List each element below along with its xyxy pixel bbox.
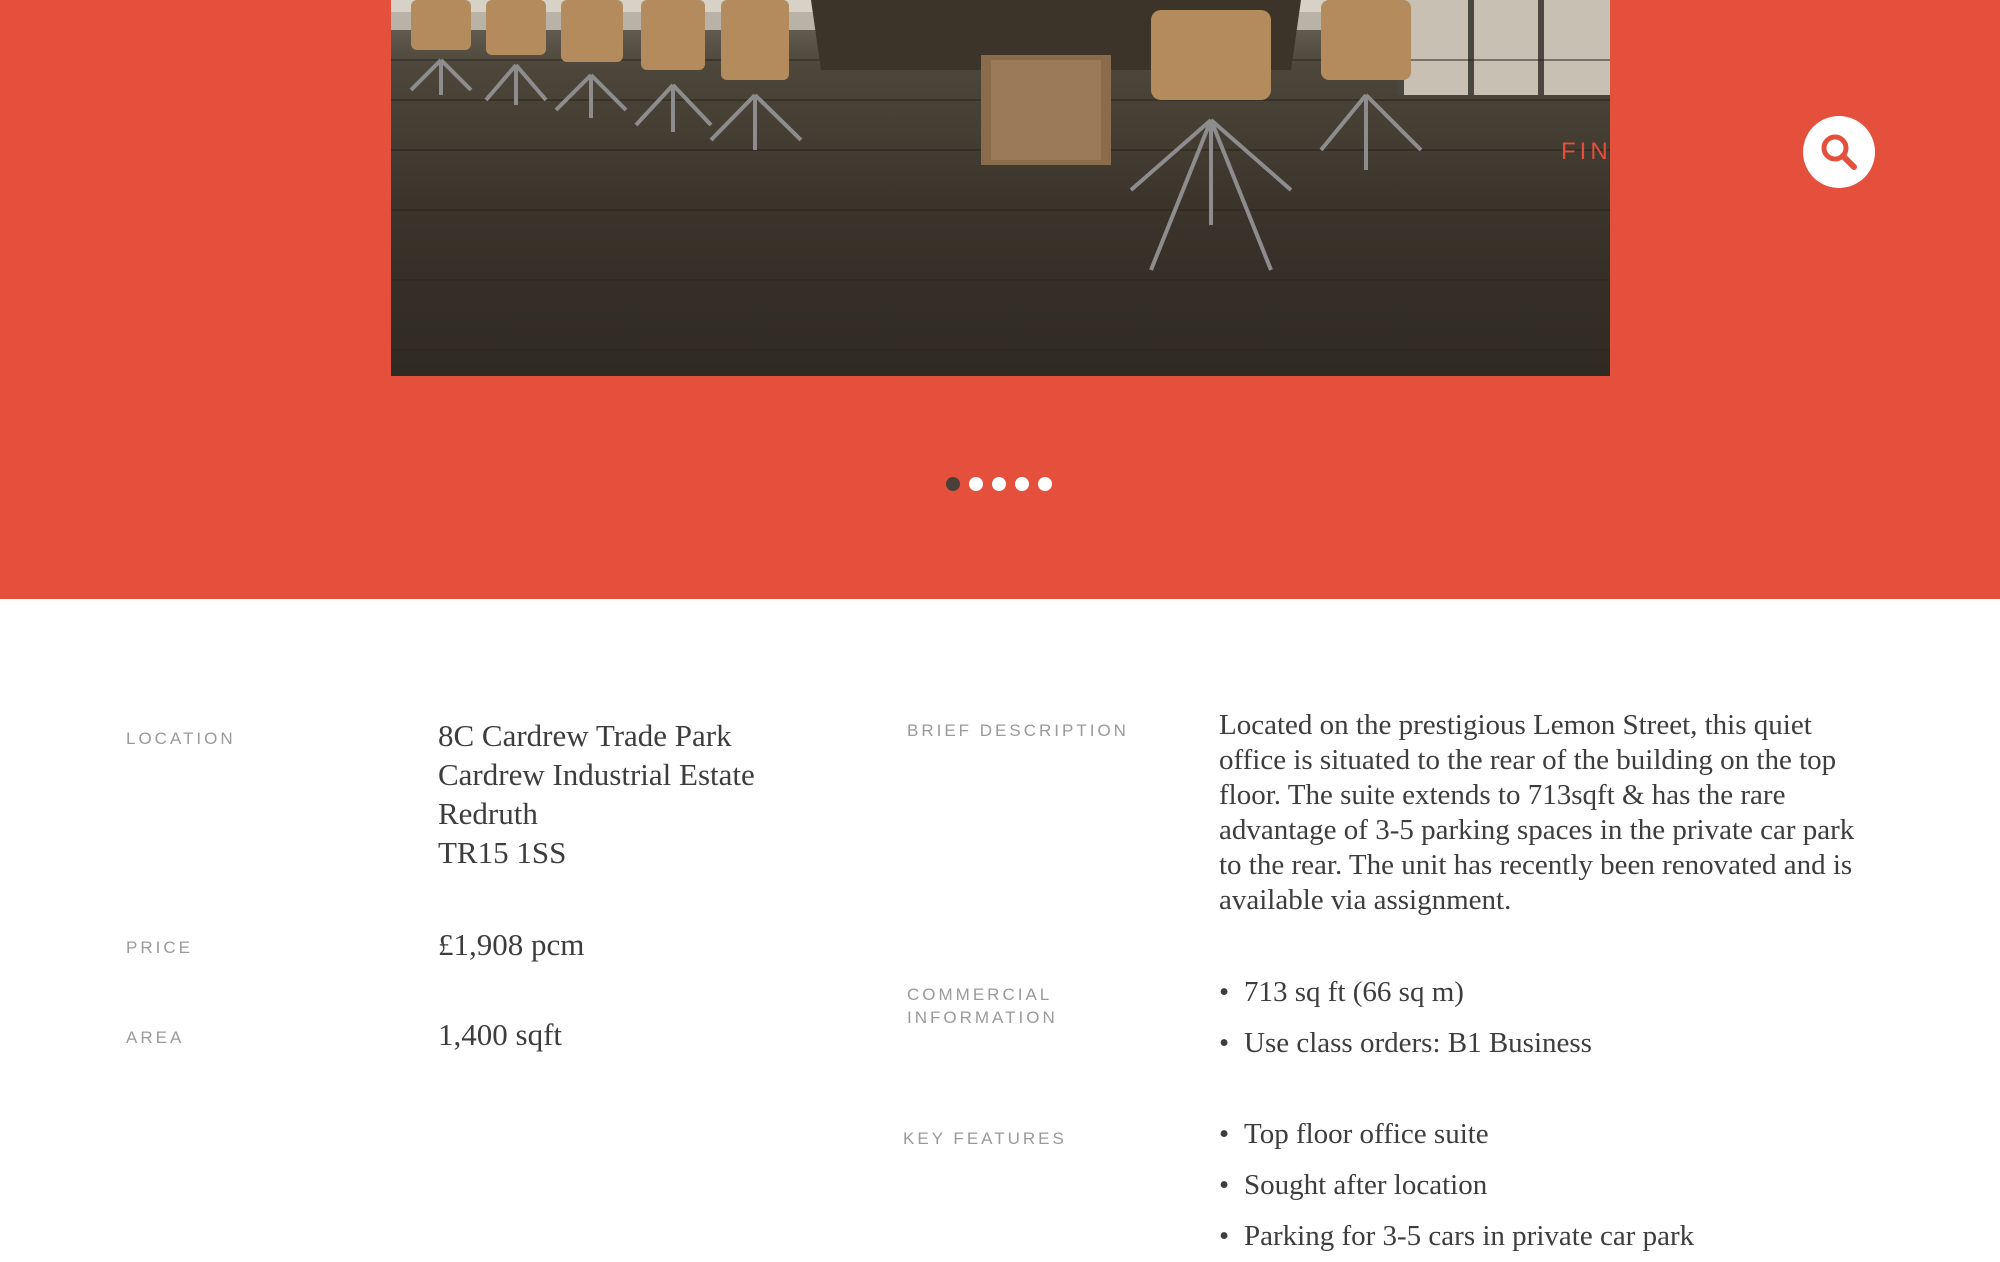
list-item: • Parking for 3-5 cars in private car par… (1219, 1211, 1694, 1262)
commercial-label-line: INFORMATION (907, 1008, 1058, 1027)
list-item-text: Sought after location (1244, 1169, 1488, 1201)
slider-dot-1[interactable] (946, 477, 960, 491)
location-label: LOCATION (126, 729, 236, 748)
key-features-list: • Top floor office suite • Sought after lo… (1219, 1109, 1694, 1262)
commercial-label-line: COMMERCIAL (907, 985, 1053, 1004)
slider-dot-2[interactable] (969, 477, 983, 491)
key-features-label: KEY FEATURES (903, 1129, 1067, 1148)
area-value: 1,400 sqft (438, 1017, 562, 1052)
list-item: • Top floor office suite (1219, 1109, 1694, 1160)
find-label: FIND (1561, 138, 1610, 165)
slider-dot-3[interactable] (992, 477, 1006, 491)
bullet-icon: • (1219, 1027, 1230, 1059)
price-value: £1,908 pcm (438, 927, 585, 962)
list-item: • Sought after location (1219, 1160, 1694, 1211)
search-icon (1821, 134, 1857, 170)
bullet-icon: • (1219, 1220, 1230, 1252)
list-item-text: Parking for 3-5 cars in private car park (1244, 1220, 1695, 1252)
list-item-text: Use class orders: B1 Business (1244, 1027, 1592, 1059)
brief-description-text: Located on the prestigious Lemon Street,… (1219, 709, 1855, 916)
slider-dot-4[interactable] (1015, 477, 1029, 491)
conference-room-photo (391, 0, 1610, 376)
bullet-icon: • (1219, 1118, 1230, 1150)
list-item-text: Top floor office suite (1244, 1118, 1489, 1150)
bullet-icon: • (1219, 976, 1230, 1008)
hero-banner: FIND (0, 0, 2000, 599)
bullet-icon: • (1219, 1169, 1230, 1201)
list-item-text: 713 sq ft (66 sq m) (1244, 976, 1464, 1008)
location-address: 8C Cardrew Trade Park Cardrew Industrial… (438, 716, 755, 872)
list-item: • Use class orders: B1 Business (1219, 1018, 1592, 1069)
address-line: Cardrew Industrial Estate (438, 757, 755, 792)
search-button[interactable] (1803, 116, 1875, 188)
area-label: AREA (126, 1028, 185, 1047)
price-label: PRICE (126, 938, 193, 957)
address-line: TR15 1SS (438, 835, 567, 870)
address-line: Redruth (438, 796, 538, 831)
list-item: • 713 sq ft (66 sq m) (1219, 967, 1592, 1018)
slider-dot-5[interactable] (1038, 477, 1052, 491)
commercial-list: • 713 sq ft (66 sq m) • Use class orders: … (1219, 967, 1592, 1069)
address-line: 8C Cardrew Trade Park (438, 718, 732, 753)
slider-dots (946, 477, 1052, 491)
commercial-information-label: COMMERCIAL INFORMATION (907, 983, 1058, 1029)
brief-description-label: BRIEF DESCRIPTION (907, 721, 1129, 740)
